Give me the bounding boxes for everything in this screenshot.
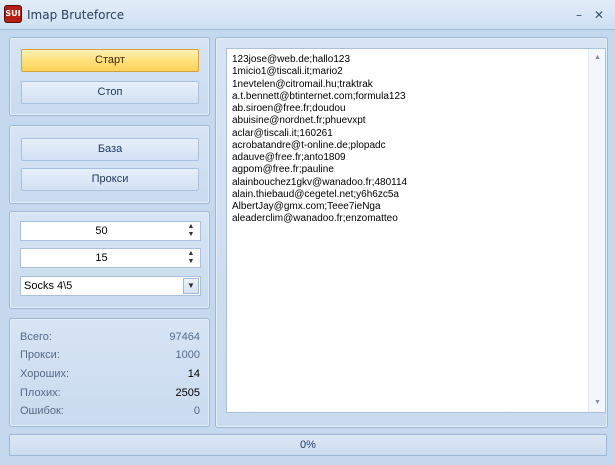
proxy-button[interactable]: Прокси: [21, 168, 199, 191]
stat-row: Прокси: 1000: [20, 349, 200, 363]
threads-spin-arrows[interactable]: ▲ ▼: [186, 223, 196, 239]
stat-row: Ошибок: 0: [20, 405, 200, 419]
progress-bar: 0%: [9, 434, 607, 456]
sources-panel: База Прокси: [9, 125, 210, 204]
stat-errors-value: 0: [193, 405, 200, 417]
results-panel: 123jose@web.de;hallo123 1micio1@tiscali.i…: [215, 37, 608, 428]
list-item: 123jose@web.de;hallo123: [232, 54, 351, 65]
stat-bad-label: Плохих:: [20, 387, 61, 399]
list-item: aleaderclim@wanadoo.fr;enzomatteo: [232, 213, 398, 225]
minimize-button[interactable]: –: [571, 8, 587, 22]
close-button[interactable]: ✕: [591, 8, 607, 22]
threads-stepper[interactable]: 50 ▲ ▼: [20, 221, 201, 241]
app-icon: SUI: [4, 5, 22, 23]
stat-total-label: Всего:: [20, 331, 52, 343]
chevron-down-icon[interactable]: ▼: [183, 278, 199, 294]
start-stop-panel: Старт Стоп: [9, 37, 210, 116]
stop-button[interactable]: Стоп: [21, 81, 199, 104]
results-textarea[interactable]: 123jose@web.de;hallo123 1micio1@tiscali.i…: [226, 48, 606, 413]
stat-good-label: Хороших:: [20, 368, 70, 380]
stat-proxy-label: Прокси:: [20, 349, 60, 361]
list-item: agpom@free.fr;pauline: [232, 164, 334, 176]
results-lines: 123jose@web.de;hallo123 1micio1@tiscali.i…: [232, 54, 585, 226]
list-item: 1nevtelen@citromail.hu;traktrak: [232, 78, 373, 90]
settings-panel: 50 ▲ ▼ 15 ▲ ▼ Socks 4\5 ▼: [9, 211, 210, 309]
stat-bad-value: 2505: [175, 387, 200, 399]
timeout-stepper[interactable]: 15 ▲ ▼: [20, 248, 201, 268]
list-item: aclar@tiscali.it;160261: [232, 127, 333, 139]
list-item: ab.siroen@free.fr;doudou: [232, 103, 346, 114]
timeout-value: 15: [95, 252, 108, 264]
base-button[interactable]: База: [21, 138, 199, 161]
progress-label: 0%: [300, 439, 316, 451]
threads-value: 50: [95, 225, 108, 237]
stat-row: Всего: 97464: [20, 331, 200, 345]
list-item: abuisine@nordnet.fr;phuevxpt: [232, 115, 366, 127]
list-item: alainbouchez1gkv@wanadoo.fr;480114: [232, 176, 408, 188]
stat-errors-label: Ошибок:: [20, 405, 64, 417]
proxy-type-select[interactable]: Socks 4\5 ▼: [20, 276, 201, 296]
stat-total-value: 97464: [169, 331, 200, 343]
list-item: 1micio1@tiscali.it;mario2: [232, 66, 343, 78]
list-item: adauve@free.fr;anto1809: [232, 152, 346, 163]
title-bar: SUI Imap Bruteforce – ✕: [0, 0, 615, 30]
timeout-spin-arrows[interactable]: ▲ ▼: [186, 250, 196, 266]
list-item: acrobatandre@t-online.de;plopadc: [232, 139, 386, 151]
list-item: AlbertJay@gmx.com;Teee7ieNga: [232, 201, 381, 212]
stats-panel: Всего: 97464 Прокси: 1000 Хороших: 14 Пл…: [9, 318, 210, 427]
scroll-up-icon[interactable]: ▲: [589, 51, 605, 65]
list-item: a.t.bennett@btinternet.com;formula123: [232, 90, 406, 102]
stat-row: Хороших: 14: [20, 368, 200, 382]
vertical-scrollbar[interactable]: ▲ ▼: [588, 49, 605, 412]
stat-row: Плохих: 2505: [20, 387, 200, 401]
start-button[interactable]: Старт: [21, 49, 199, 72]
list-item: alain.thiebaud@cegetel.net;y6h6zc5a: [232, 188, 399, 200]
proxy-type-value: Socks 4\5: [24, 280, 73, 292]
stat-proxy-value: 1000: [175, 349, 200, 361]
stat-good-value: 14: [187, 368, 200, 380]
scroll-down-icon[interactable]: ▼: [589, 396, 605, 410]
window-title: Imap Bruteforce: [27, 8, 125, 22]
